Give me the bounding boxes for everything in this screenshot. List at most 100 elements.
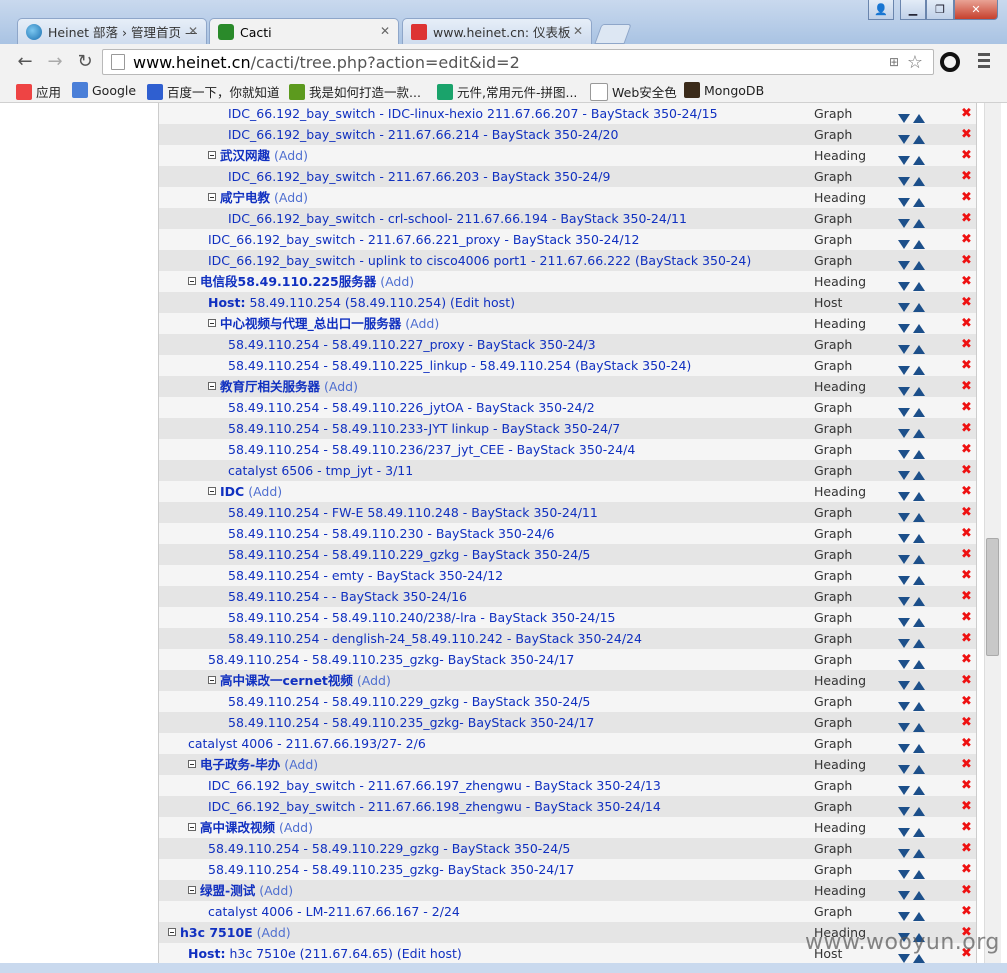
move-up-icon[interactable] — [913, 954, 925, 963]
delete-icon[interactable]: ✖ — [961, 229, 972, 250]
move-down-icon[interactable] — [898, 324, 910, 333]
move-down-icon[interactable] — [898, 303, 910, 312]
tree-graph-link[interactable]: 58.49.110.254 - 58.49.110.233-JYT linkup… — [228, 418, 620, 439]
move-down-icon[interactable] — [898, 387, 910, 396]
bookmark-item[interactable]: 我是如何打造一款... — [289, 82, 421, 101]
move-up-icon[interactable] — [913, 303, 925, 312]
tree-heading[interactable]: h3c 7510E (Add) — [168, 922, 291, 943]
move-up-icon[interactable] — [913, 744, 925, 753]
move-up-icon[interactable] — [913, 408, 925, 417]
move-down-icon[interactable] — [898, 639, 910, 648]
tree-graph-link[interactable]: 58.49.110.254 - 58.49.110.226_jytOA - Ba… — [228, 397, 595, 418]
move-down-icon[interactable] — [898, 597, 910, 606]
move-down-icon[interactable] — [898, 618, 910, 627]
tree-graph-link[interactable]: 58.49.110.254 - 58.49.110.225_linkup - 5… — [228, 355, 691, 376]
tree-heading[interactable]: 咸宁电教 (Add) — [208, 187, 308, 208]
tree-graph-link[interactable]: 58.49.110.254 - 58.49.110.240/238/-lra -… — [228, 607, 615, 628]
minimize-button[interactable]: ▁ — [900, 0, 926, 20]
move-down-icon[interactable] — [898, 492, 910, 501]
move-down-icon[interactable] — [898, 471, 910, 480]
move-up-icon[interactable] — [913, 702, 925, 711]
delete-icon[interactable]: ✖ — [961, 817, 972, 838]
tree-graph-link[interactable]: IDC_66.192_bay_switch - 211.67.66.221_pr… — [208, 229, 640, 250]
move-down-icon[interactable] — [898, 366, 910, 375]
tree-graph-link[interactable]: 58.49.110.254 - 58.49.110.235_gzkg- BayS… — [208, 649, 574, 670]
move-up-icon[interactable] — [913, 135, 925, 144]
tree-heading[interactable]: 武汉网趣 (Add) — [208, 145, 308, 166]
delete-icon[interactable]: ✖ — [961, 733, 972, 754]
tree-graph-link[interactable]: 58.49.110.254 - 58.49.110.230 - BayStack… — [228, 523, 554, 544]
add-link[interactable]: (Add) — [324, 379, 358, 394]
tree-host[interactable]: Host: h3c 7510e (211.67.64.65) (Edit hos… — [188, 943, 462, 963]
move-up-icon[interactable] — [913, 639, 925, 648]
move-up-icon[interactable] — [913, 387, 925, 396]
move-down-icon[interactable] — [898, 786, 910, 795]
delete-icon[interactable]: ✖ — [961, 418, 972, 439]
move-down-icon[interactable] — [898, 912, 910, 921]
move-up-icon[interactable] — [913, 366, 925, 375]
move-up-icon[interactable] — [913, 198, 925, 207]
move-up-icon[interactable] — [913, 555, 925, 564]
tree-graph-link[interactable]: 58.49.110.254 - 58.49.110.229_gzkg - Bay… — [228, 544, 590, 565]
move-down-icon[interactable] — [898, 807, 910, 816]
delete-icon[interactable]: ✖ — [961, 145, 972, 166]
bookmark-item[interactable]: 百度一下，你就知道 — [147, 82, 280, 101]
move-up-icon[interactable] — [913, 114, 925, 123]
delete-icon[interactable]: ✖ — [961, 376, 972, 397]
move-down-icon[interactable] — [898, 723, 910, 732]
move-up-icon[interactable] — [913, 282, 925, 291]
tree-heading[interactable]: 教育厅相关服务器 (Add) — [208, 376, 358, 397]
move-down-icon[interactable] — [898, 702, 910, 711]
collapse-icon[interactable] — [188, 760, 196, 768]
move-down-icon[interactable] — [898, 744, 910, 753]
move-down-icon[interactable] — [898, 114, 910, 123]
move-up-icon[interactable] — [913, 870, 925, 879]
add-link[interactable]: (Add) — [248, 484, 282, 499]
delete-icon[interactable]: ✖ — [961, 313, 972, 334]
add-link[interactable]: (Add) — [257, 925, 291, 940]
close-window-button[interactable]: ✕ — [954, 0, 998, 20]
move-down-icon[interactable] — [898, 660, 910, 669]
move-down-icon[interactable] — [898, 345, 910, 354]
move-up-icon[interactable] — [913, 891, 925, 900]
move-down-icon[interactable] — [898, 534, 910, 543]
add-link[interactable]: (Add) — [274, 148, 308, 163]
delete-icon[interactable]: ✖ — [961, 397, 972, 418]
delete-icon[interactable]: ✖ — [961, 649, 972, 670]
move-up-icon[interactable] — [913, 492, 925, 501]
add-link[interactable]: (Add) — [259, 883, 293, 898]
delete-icon[interactable]: ✖ — [961, 460, 972, 481]
delete-icon[interactable]: ✖ — [961, 208, 972, 229]
address-bar[interactable]: www.heinet.cn/cacti/tree.php?action=edit… — [102, 49, 934, 75]
delete-icon[interactable]: ✖ — [961, 523, 972, 544]
delete-icon[interactable]: ✖ — [961, 334, 972, 355]
reload-icon[interactable]: ↻ — [74, 52, 96, 72]
move-up-icon[interactable] — [913, 324, 925, 333]
collapse-icon[interactable] — [208, 382, 216, 390]
tree-graph-link[interactable]: IDC_66.192_bay_switch - uplink to cisco4… — [208, 250, 751, 271]
tree-graph-link[interactable]: 58.49.110.254 - emty - BayStack 350-24/1… — [228, 565, 503, 586]
delete-icon[interactable]: ✖ — [961, 502, 972, 523]
delete-icon[interactable]: ✖ — [961, 292, 972, 313]
extension-ring-icon[interactable] — [940, 52, 960, 72]
tree-graph-link[interactable]: IDC_66.192_bay_switch - 211.67.66.214 - … — [228, 124, 618, 145]
collapse-icon[interactable] — [188, 823, 196, 831]
move-up-icon[interactable] — [913, 660, 925, 669]
move-down-icon[interactable] — [898, 282, 910, 291]
collapse-icon[interactable] — [208, 676, 216, 684]
delete-icon[interactable]: ✖ — [961, 712, 972, 733]
forward-arrow-icon[interactable]: → — [44, 52, 66, 72]
move-up-icon[interactable] — [913, 618, 925, 627]
collapse-icon[interactable] — [208, 193, 216, 201]
move-up-icon[interactable] — [913, 471, 925, 480]
delete-icon[interactable]: ✖ — [961, 775, 972, 796]
move-up-icon[interactable] — [913, 849, 925, 858]
bookmark-item[interactable]: 应用 — [16, 82, 61, 101]
tab-close-icon[interactable]: ✕ — [380, 24, 390, 38]
delete-icon[interactable]: ✖ — [961, 670, 972, 691]
delete-icon[interactable]: ✖ — [961, 628, 972, 649]
tree-heading[interactable]: 中心视频与代理_总出口一服务器 (Add) — [208, 313, 439, 334]
tree-host[interactable]: Host: 58.49.110.254 (58.49.110.254) (Edi… — [208, 292, 515, 313]
menu-icon[interactable] — [978, 53, 990, 71]
move-up-icon[interactable] — [913, 177, 925, 186]
